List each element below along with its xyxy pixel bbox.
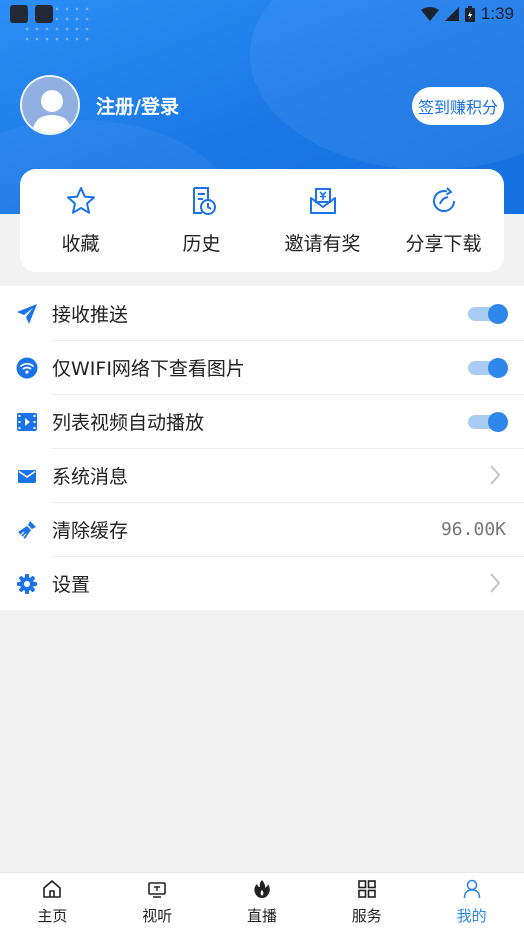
- setting-label: 系统消息: [52, 465, 129, 488]
- setting-label: 清除缓存: [52, 519, 129, 542]
- paper-plane-icon: [17, 304, 37, 324]
- grid-icon: [357, 880, 376, 898]
- tab-label: 主页: [37, 907, 68, 925]
- notification-icon: [10, 5, 28, 23]
- quick-action-label: 邀请有奖: [284, 233, 361, 255]
- quick-action-label: 分享下载: [405, 233, 482, 255]
- bottom-tab-bar: 主页 视听 直播 服务 我的: [0, 872, 524, 932]
- user-icon: [463, 879, 480, 899]
- setting-row-wifi-only-images: 仅WIFI网络下查看图片: [0, 340, 524, 394]
- avatar[interactable]: [20, 75, 80, 135]
- sign-in-reward-button[interactable]: 签到赚积分: [412, 87, 504, 125]
- tab-audio-video[interactable]: 视听: [105, 873, 210, 932]
- setting-label: 仅WIFI网络下查看图片: [52, 357, 245, 380]
- cell-signal-icon: [444, 7, 459, 21]
- flame-icon: [254, 880, 270, 898]
- home-icon: [43, 880, 62, 898]
- tab-label: 服务: [351, 907, 382, 925]
- share-icon: [432, 187, 455, 213]
- tab-live[interactable]: 直播: [210, 873, 315, 932]
- login-link[interactable]: 注册/登录: [96, 92, 179, 119]
- quick-action-label: 收藏: [61, 233, 100, 255]
- tab-label: 我的: [456, 907, 487, 925]
- quick-action-favorites[interactable]: 收藏: [20, 169, 141, 272]
- setting-row-receive-push: 接收推送: [0, 286, 524, 340]
- notification-icon: [35, 5, 53, 23]
- quick-action-share[interactable]: 分享下载: [383, 169, 504, 272]
- setting-label: 接收推送: [52, 303, 129, 326]
- history-icon: [192, 187, 216, 215]
- setting-label: 列表视频自动播放: [52, 411, 205, 434]
- chevron-right-icon: [490, 573, 501, 593]
- tab-mine[interactable]: 我的: [419, 873, 524, 932]
- wifi-signal-icon: [420, 7, 439, 21]
- setting-row-settings[interactable]: 设置: [0, 556, 524, 610]
- tv-icon: [148, 882, 166, 898]
- gear-icon: [17, 574, 37, 594]
- tab-label: 视听: [142, 907, 173, 925]
- battery-icon: [464, 6, 475, 22]
- mail-icon: [18, 470, 36, 483]
- quick-actions-card: 收藏 历史 邀请有奖 分享下载: [20, 169, 504, 272]
- broom-icon: [18, 521, 36, 539]
- setting-row-autoplay-video: 列表视频自动播放: [0, 394, 524, 448]
- push-toggle[interactable]: [468, 304, 508, 324]
- status-bar: 1:39: [0, 0, 524, 28]
- wifi-images-toggle[interactable]: [468, 358, 508, 378]
- film-icon: [17, 413, 37, 431]
- tab-home[interactable]: 主页: [0, 873, 105, 932]
- quick-action-history[interactable]: 历史: [141, 169, 262, 272]
- setting-row-system-messages[interactable]: 系统消息: [0, 448, 524, 502]
- chevron-right-icon: [490, 465, 501, 485]
- status-time: 1:39: [480, 4, 514, 23]
- quick-action-invite[interactable]: 邀请有奖: [262, 169, 383, 272]
- settings-list: 接收推送 仅WIFI网络下查看图片 列表视频自动播放 系统消息 清除缓存 96.…: [0, 286, 524, 610]
- wifi-icon: [16, 357, 38, 379]
- quick-action-label: 历史: [182, 233, 221, 255]
- setting-label: 设置: [52, 573, 91, 596]
- invite-reward-icon: [309, 188, 336, 214]
- cache-size-value: 96.00K: [440, 518, 506, 540]
- setting-row-clear-cache[interactable]: 清除缓存 96.00K: [0, 502, 524, 556]
- autoplay-toggle[interactable]: [468, 412, 508, 432]
- tab-label: 直播: [246, 907, 277, 925]
- tab-services[interactable]: 服务: [314, 873, 419, 932]
- star-icon: [66, 187, 95, 214]
